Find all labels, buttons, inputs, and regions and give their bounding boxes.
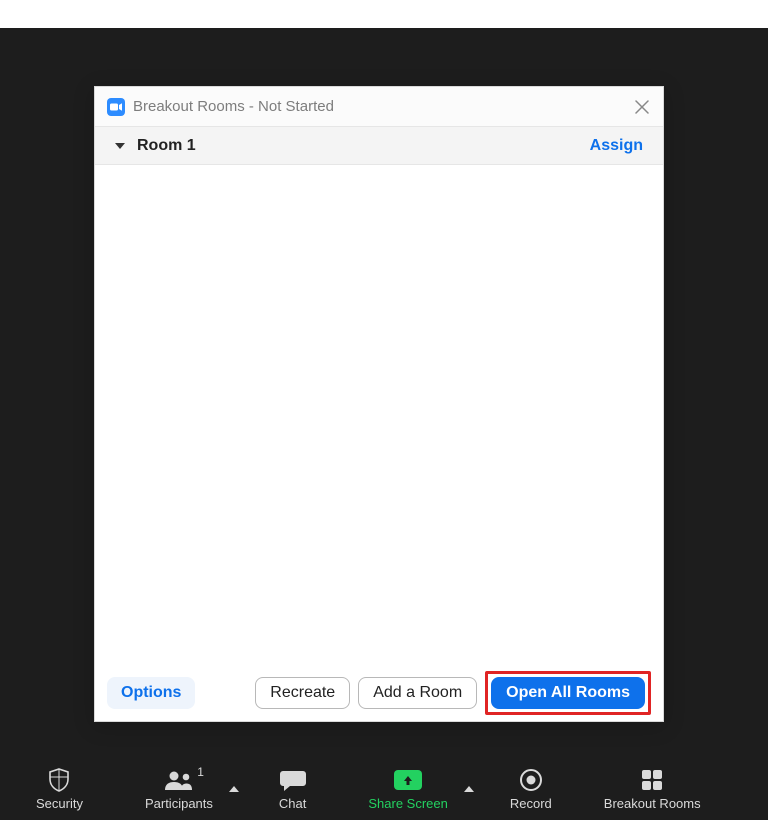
share-screen-icon (394, 768, 422, 792)
options-button[interactable]: Options (107, 677, 195, 709)
participants-label: Participants (145, 796, 213, 811)
dialog-footer: Options Recreate Add a Room Open All Roo… (95, 665, 663, 721)
chat-icon (280, 768, 306, 792)
meeting-window: Breakout Rooms - Not Started Room 1 Assi… (0, 28, 768, 820)
open-all-rooms-button[interactable]: Open All Rooms (491, 677, 645, 709)
chevron-up-icon (229, 786, 239, 792)
participants-icon: 1 (164, 768, 194, 792)
breakout-rooms-button[interactable]: Breakout Rooms (594, 758, 711, 820)
close-icon (635, 100, 649, 114)
record-label: Record (510, 796, 552, 811)
zoom-app-icon (107, 98, 125, 116)
security-label: Security (36, 796, 83, 811)
share-screen-more-button[interactable] (458, 758, 480, 820)
rooms-list-body (95, 165, 663, 665)
chat-label: Chat (279, 796, 306, 811)
breakout-rooms-label: Breakout Rooms (604, 796, 701, 811)
caret-down-icon (115, 143, 125, 149)
record-button[interactable]: Record (500, 758, 562, 820)
dialog-titlebar: Breakout Rooms - Not Started (95, 87, 663, 127)
participants-count: 1 (197, 765, 204, 779)
chevron-up-icon (464, 786, 474, 792)
meeting-toolbar: Security 1 Participants Chat Share (0, 758, 768, 820)
recreate-button[interactable]: Recreate (255, 677, 350, 709)
top-whitespace (0, 0, 768, 28)
assign-link[interactable]: Assign (590, 137, 643, 155)
dialog-title: Breakout Rooms - Not Started (133, 98, 633, 115)
security-button[interactable]: Security (26, 758, 93, 820)
participants-button[interactable]: 1 Participants (135, 758, 223, 820)
room-row[interactable]: Room 1 Assign (95, 127, 663, 165)
breakout-rooms-dialog: Breakout Rooms - Not Started Room 1 Assi… (94, 86, 664, 722)
add-room-button[interactable]: Add a Room (358, 677, 477, 709)
chat-button[interactable]: Chat (269, 758, 316, 820)
grid-icon (641, 768, 663, 792)
share-screen-label: Share Screen (368, 796, 448, 811)
open-all-highlight: Open All Rooms (485, 671, 651, 715)
close-button[interactable] (633, 98, 651, 116)
participants-more-button[interactable] (223, 758, 245, 820)
record-icon (520, 768, 542, 792)
share-screen-button[interactable]: Share Screen (358, 758, 458, 820)
shield-icon (48, 768, 70, 792)
room-name: Room 1 (137, 137, 590, 155)
